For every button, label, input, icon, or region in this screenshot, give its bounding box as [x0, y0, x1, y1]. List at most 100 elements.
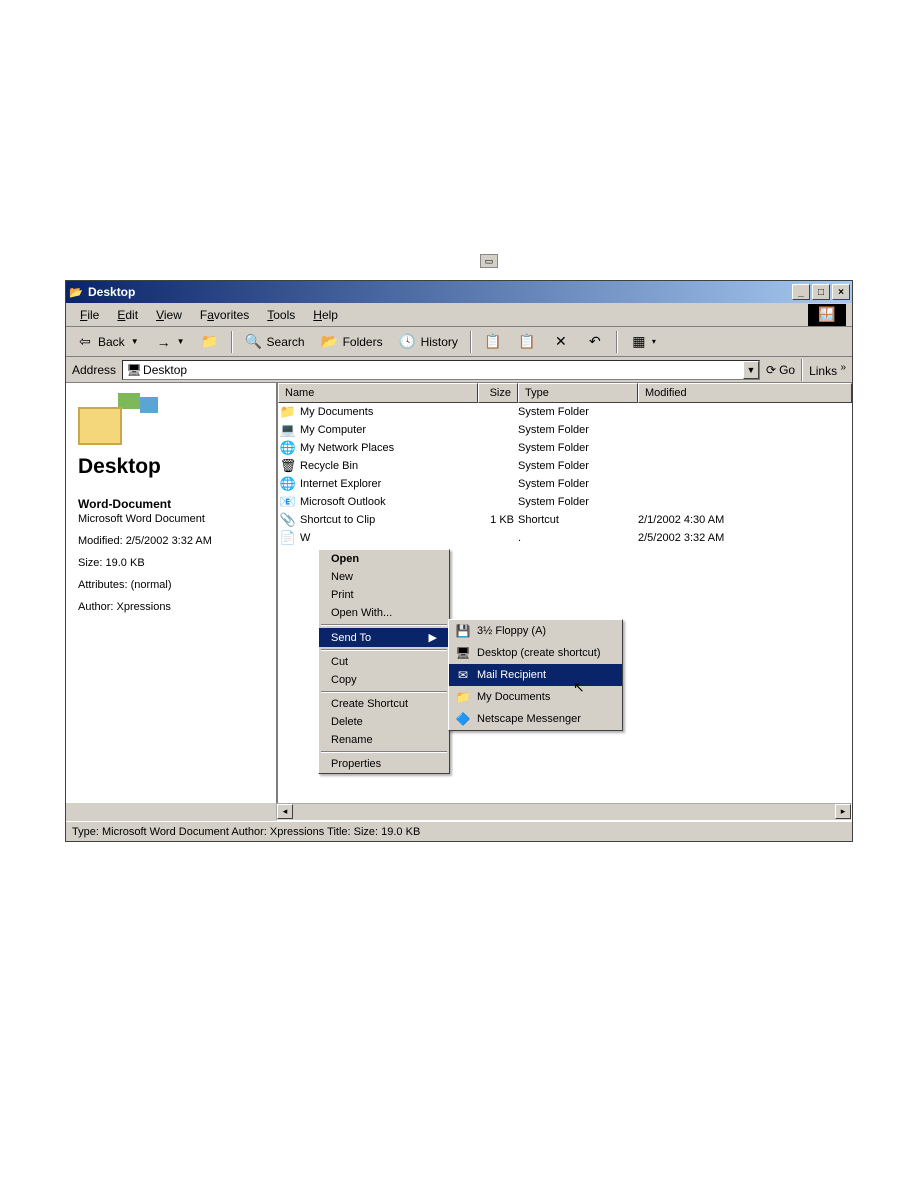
file-modified: 2/5/2002 3:32 AM [638, 532, 852, 544]
side-docname: Word-Document [78, 497, 264, 511]
table-row[interactable]: 🌐My Network PlacesSystem Folder [278, 439, 852, 457]
scroll-right-button[interactable]: ▸ [835, 804, 851, 819]
close-button[interactable]: × [832, 284, 850, 300]
file-icon: 📎 [280, 512, 296, 528]
ctx-cut[interactable]: Cut [319, 653, 449, 671]
ctx-createshortcut[interactable]: Create Shortcut [319, 695, 449, 713]
file-name: Shortcut to Clip [300, 514, 375, 526]
scroll-left-button[interactable]: ◂ [277, 804, 293, 819]
table-row[interactable]: 🌐Internet ExplorerSystem Folder [278, 475, 852, 493]
ctx-sendto[interactable]: Send To▶ [319, 628, 449, 647]
file-type: System Folder [518, 424, 638, 436]
ctx-new[interactable]: New [319, 568, 449, 586]
ctx-sep [321, 624, 447, 626]
menu-view[interactable]: View [148, 306, 190, 324]
side-panel: Desktop Word-Document Microsoft Word Doc… [66, 383, 276, 803]
undo-button[interactable]: ↶ [582, 331, 608, 353]
content-area: Desktop Word-Document Microsoft Word Doc… [66, 383, 852, 803]
file-type: System Folder [518, 478, 638, 490]
ctx-open[interactable]: Open [319, 550, 449, 568]
file-icon: 📧 [280, 494, 296, 510]
side-modified: Modified: 2/5/2002 3:32 AM [78, 535, 264, 547]
menu-favorites[interactable]: Favorites [192, 306, 257, 324]
file-rows: 📁My DocumentsSystem Folder💻My ComputerSy… [278, 403, 852, 803]
app-icon: 📂 [68, 284, 84, 300]
file-name: Recycle Bin [300, 460, 358, 472]
up-folder-icon: 📁 [201, 333, 219, 351]
header-size[interactable]: Size [478, 383, 518, 403]
go-button[interactable]: ⟳Go [766, 363, 795, 377]
table-row[interactable]: 💻My ComputerSystem Folder [278, 421, 852, 439]
ctx-print[interactable]: Print [319, 586, 449, 604]
sendto-netscape[interactable]: 🔷Netscape Messenger [449, 708, 622, 730]
copy-icon: 📋 [518, 333, 536, 351]
ctx-delete[interactable]: Delete [319, 713, 449, 731]
move-to-button[interactable]: 📋 [480, 331, 506, 353]
search-button[interactable]: 🔍Search [241, 331, 309, 353]
sendto-desktop[interactable]: 🖥Desktop (create shortcut) [449, 642, 622, 664]
titlebar[interactable]: 📂 Desktop _ □ × [66, 281, 852, 303]
maximize-button[interactable]: □ [812, 284, 830, 300]
table-row[interactable]: 🗑 Recycle Bin System Folder [278, 457, 852, 475]
windows-logo: 🪟 [808, 304, 846, 326]
sendto-mail[interactable]: ✉Mail Recipient [449, 664, 622, 686]
file-list: Name Size Type Modified 📁My DocumentsSys… [276, 383, 852, 803]
table-row[interactable]: 📁My DocumentsSystem Folder [278, 403, 852, 421]
scroll-track[interactable]: ◂ ▸ [276, 803, 852, 821]
header-modified[interactable]: Modified [638, 383, 852, 403]
file-type: . [518, 532, 638, 544]
mail-icon: ✉ [455, 667, 471, 683]
status-bar: Type: Microsoft Word Document Author: Xp… [66, 821, 852, 841]
sendto-submenu: 💾3½ Floppy (A) 🖥Desktop (create shortcut… [448, 619, 623, 731]
ctx-properties[interactable]: Properties [319, 755, 449, 773]
minimize-button[interactable]: _ [792, 284, 810, 300]
sendto-mydocs[interactable]: 📁My Documents [449, 686, 622, 708]
toolbar: ⇦Back▼ →▼ 📁 🔍Search 📂Folders 🕓History 📋 … [66, 327, 852, 357]
addr-separator [801, 359, 803, 381]
cursor-icon: ↖ [573, 679, 585, 696]
views-button[interactable]: ▦▾ [626, 331, 660, 353]
copy-to-button[interactable]: 📋 [514, 331, 540, 353]
file-icon: 📄 [280, 530, 296, 546]
ctx-copy[interactable]: Copy [319, 671, 449, 689]
ctx-sep [321, 649, 447, 651]
address-field[interactable]: 🖥 Desktop ▼ [122, 360, 760, 380]
history-button[interactable]: 🕓History [395, 331, 462, 353]
up-button[interactable]: 📁 [197, 331, 223, 353]
side-author: Author: Xpressions [78, 601, 264, 613]
file-size: 1 KB [478, 514, 518, 526]
header-name[interactable]: Name [278, 383, 478, 403]
forward-button[interactable]: →▼ [151, 331, 189, 353]
file-type: System Folder [518, 460, 638, 472]
delete-icon: ✕ [552, 333, 570, 351]
menu-tools[interactable]: Tools [259, 306, 303, 324]
status-text: Type: Microsoft Word Document Author: Xp… [72, 826, 420, 838]
undo-icon: ↶ [586, 333, 604, 351]
delete-button[interactable]: ✕ [548, 331, 574, 353]
ctx-openwith[interactable]: Open With... [319, 604, 449, 622]
explorer-window: 📂 Desktop _ □ × File Edit View Favorites… [65, 280, 853, 842]
ctx-rename[interactable]: Rename [319, 731, 449, 749]
links-button[interactable]: Links » [809, 362, 846, 378]
table-row[interactable]: 📎Shortcut to Clip1 KBShortcut2/1/2002 4:… [278, 511, 852, 529]
views-icon: ▦ [630, 333, 648, 351]
file-name: My Documents [300, 406, 373, 418]
table-row[interactable]: 📄W.2/5/2002 3:32 AM [278, 529, 852, 547]
submenu-arrow-icon: ▶ [429, 631, 437, 644]
sendto-floppy[interactable]: 💾3½ Floppy (A) [449, 620, 622, 642]
netscape-icon: 🔷 [455, 711, 471, 727]
header-type[interactable]: Type [518, 383, 638, 403]
folders-button[interactable]: 📂Folders [317, 331, 387, 353]
back-arrow-icon: ⇦ [76, 333, 94, 351]
menu-help[interactable]: Help [305, 306, 346, 324]
table-row[interactable]: 📧Microsoft OutlookSystem Folder [278, 493, 852, 511]
address-label: Address [72, 363, 116, 377]
address-dropdown[interactable]: ▼ [743, 361, 759, 379]
folder-banner-icon [78, 393, 158, 449]
menu-file[interactable]: File [72, 306, 107, 324]
menu-edit[interactable]: Edit [109, 306, 146, 324]
back-button[interactable]: ⇦Back▼ [72, 331, 143, 353]
side-size: Size: 19.0 KB [78, 557, 264, 569]
file-icon: 🗑 [280, 458, 296, 474]
file-type: System Folder [518, 442, 638, 454]
